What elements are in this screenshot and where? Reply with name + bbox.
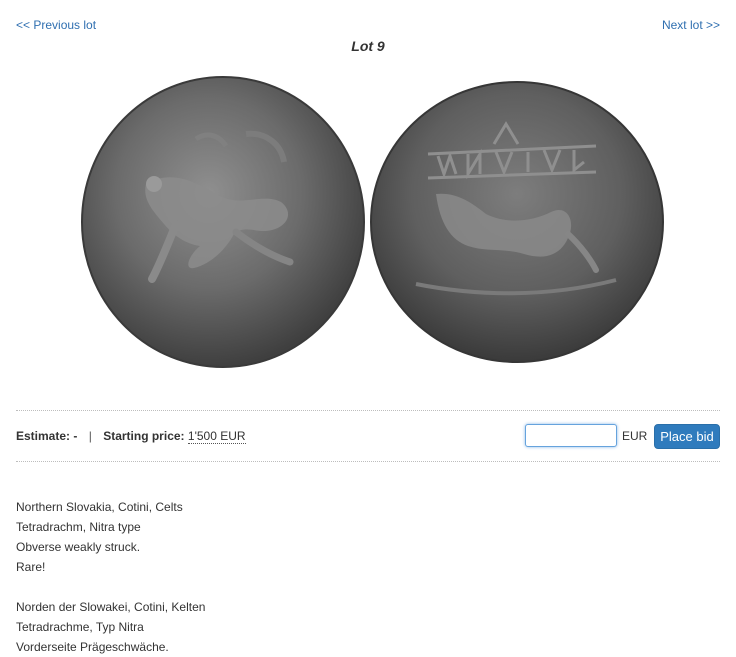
divider-top — [16, 410, 720, 411]
coin-image — [81, 76, 664, 368]
price-separator: | — [88, 429, 92, 443]
description-english: Northern Slovakia, Cotini, Celts Tetradr… — [16, 497, 183, 577]
description-line: Vorderseite Prägeschwäche. — [16, 640, 169, 654]
description-line: Tetradrachm, Nitra type — [16, 520, 141, 534]
coin-reverse — [370, 81, 664, 363]
lot-title: Lot 9 — [351, 38, 385, 54]
starting-price-value[interactable]: 1'500 EUR — [187, 429, 246, 444]
divider-bottom — [16, 461, 720, 462]
price-info: Estimate: - | Starting price: 1'500 EUR — [16, 429, 246, 444]
description-line: Obverse weakly struck. — [16, 540, 141, 554]
starting-price-label: Starting price: — [103, 429, 185, 443]
next-lot-link[interactable]: Next lot >> — [662, 18, 720, 32]
place-bid-button[interactable]: Place bid — [654, 424, 720, 449]
description-line: Northern Slovakia, Cotini, Celts — [16, 500, 183, 514]
description-line: Rare! — [16, 560, 46, 574]
previous-lot-link[interactable]: << Previous lot — [16, 18, 96, 32]
description-german: Norden der Slowakei, Cotini, Kelten Tetr… — [16, 597, 205, 657]
bid-amount-input[interactable] — [525, 424, 617, 447]
estimate-value: - — [73, 429, 78, 443]
bid-currency: EUR — [622, 429, 648, 443]
coin-obverse — [81, 76, 365, 368]
description-line: Norden der Slowakei, Cotini, Kelten — [16, 600, 206, 614]
description-line: Tetradrachme, Typ Nitra — [16, 620, 144, 634]
estimate-label: Estimate: — [16, 429, 71, 443]
